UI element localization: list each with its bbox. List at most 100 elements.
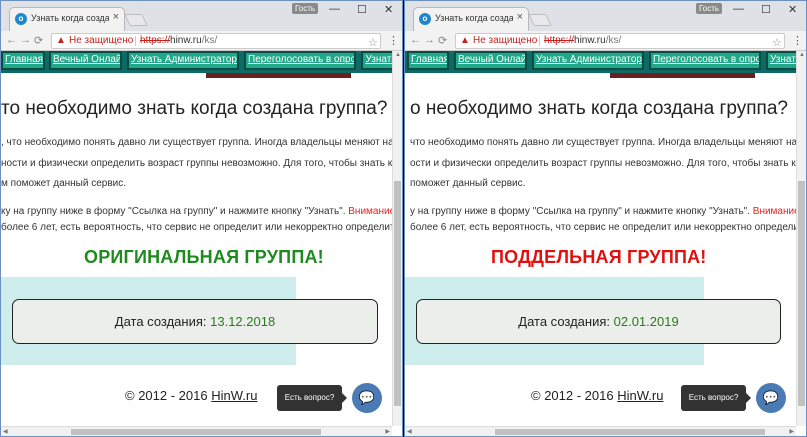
scroll-up-icon[interactable]: ▲ [395, 52, 401, 58]
copyright-text: © 2012 - 2016 [531, 388, 614, 403]
address-divider [539, 36, 540, 46]
page-heading: о необходимо знать когда создана группа? [410, 98, 788, 119]
forward-icon[interactable]: → [20, 34, 31, 46]
intro-line-1: , что необходимо понять давно ли существ… [1, 137, 394, 148]
browser-window-left: o Узнать когда создана гр × Гость — ☐ ✕ … [0, 0, 403, 437]
close-window-icon[interactable]: ✕ [384, 3, 393, 16]
instruction-line-2: более 6 лет, есть вероятность, что серви… [1, 222, 395, 233]
nav-home[interactable]: Главная [407, 51, 449, 70]
url-scheme: https:// [544, 35, 575, 46]
footer-copyright: © 2012 - 2016 HinW.ru [531, 388, 663, 403]
back-icon[interactable]: ← [6, 34, 17, 46]
footer-site-link[interactable]: HinW.ru [617, 388, 663, 403]
url-scheme: https:// [140, 35, 171, 46]
scroll-left-icon[interactable]: ◀ [407, 428, 412, 435]
instruction-text: у на группу ниже в форму "Ссылка на груп… [410, 206, 753, 217]
warning-icon: ▲ [460, 35, 470, 46]
security-status: Не защищено [473, 35, 538, 46]
bookmark-star-icon[interactable]: ☆ [772, 36, 782, 50]
horizontal-scroll-thumb[interactable] [495, 429, 765, 435]
creation-date-label: Дата создания: [518, 314, 610, 329]
site-favicon-icon: o [15, 13, 27, 25]
nav-eternal-online[interactable]: Вечный Онлайн [454, 51, 527, 70]
title-bar: o Узнать когда создана гр × Гость — ☐ ✕ [1, 1, 402, 31]
minimize-icon[interactable]: — [733, 3, 744, 15]
vertical-scrollbar[interactable]: ▲ [796, 51, 806, 426]
site-favicon-icon: o [419, 13, 431, 25]
instruction-line-1: у на группу ниже в форму "Ссылка на груп… [410, 206, 800, 217]
close-tab-icon[interactable]: × [113, 11, 119, 23]
close-tab-icon[interactable]: × [517, 11, 523, 23]
reload-icon[interactable]: ⟳ [438, 34, 447, 47]
security-status: Не защищено [69, 35, 134, 46]
guest-profile-badge[interactable]: Гость [292, 3, 319, 14]
scroll-left-icon[interactable]: ◀ [3, 428, 8, 435]
menu-icon[interactable]: ⋮ [792, 34, 803, 47]
forward-icon[interactable]: → [424, 34, 435, 46]
nav-revote-poll[interactable]: Переголосовать в опросе [244, 51, 356, 70]
ask-question-bubble[interactable]: Есть вопрос? [277, 385, 347, 411]
creation-date-label: Дата создания: [114, 314, 207, 329]
close-window-icon[interactable]: ✕ [788, 3, 797, 16]
scroll-right-icon[interactable]: ▶ [789, 428, 794, 435]
url-text: https://hinw.ru/ks/ [544, 34, 621, 48]
bookmark-star-icon[interactable]: ☆ [368, 36, 378, 50]
new-tab-button[interactable] [124, 14, 148, 26]
url-text: https://hinw.ru/ks/ [140, 34, 217, 48]
scroll-right-icon[interactable]: ▶ [385, 428, 390, 435]
nav-underline-decor [206, 73, 351, 78]
menu-icon[interactable]: ⋮ [388, 34, 399, 47]
browser-tab[interactable]: o Узнать когда создана гр × [413, 7, 529, 31]
vertical-scroll-thumb[interactable] [798, 181, 805, 406]
horizontal-scrollbar[interactable]: ◀ ▶ [1, 426, 392, 436]
address-divider [135, 36, 136, 46]
page-heading: то необходимо знать когда создана группа… [1, 98, 388, 119]
nav-home[interactable]: Главная [1, 51, 45, 70]
creation-date-box: Дата создания: 13.12.2018 [12, 299, 378, 344]
chat-bubble-icon[interactable]: 💬 [352, 383, 382, 413]
maximize-icon[interactable]: ☐ [761, 3, 771, 16]
title-bar: o Узнать когда создана гр × Гость — ☐ ✕ [405, 1, 806, 31]
intro-line-2: ности и физически определить возраст гру… [1, 158, 398, 169]
browser-tab[interactable]: o Узнать когда создана гр × [9, 7, 125, 31]
horizontal-scrollbar[interactable]: ◀ ▶ [405, 426, 796, 436]
reload-icon[interactable]: ⟳ [34, 34, 43, 47]
footer-site-link[interactable]: HinW.ru [211, 388, 257, 403]
horizontal-scroll-thumb[interactable] [71, 429, 321, 435]
creation-date-value: 02.01.2019 [613, 314, 679, 329]
ask-question-bubble[interactable]: Есть вопрос? [681, 385, 751, 411]
page-content: Главная Вечный Онлайн Узнать Администрат… [1, 51, 402, 436]
tab-title: Узнать когда создана гр [435, 13, 513, 23]
attention-label: Внимание [348, 206, 396, 217]
intro-line-3: поможет данный сервис. [410, 178, 526, 189]
verdict-label: ПОДДЕЛЬНАЯ ГРУППА! [491, 247, 707, 267]
intro-line-2: ости и физически определить возраст груп… [410, 158, 802, 169]
chat-bubble-icon[interactable]: 💬 [756, 383, 786, 413]
nav-find-admin[interactable]: Узнать Администратора [127, 51, 239, 70]
address-bar[interactable]: ▲ Не защищено https://hinw.ru/ks/ ☆ [455, 33, 785, 49]
site-navbar: Главная Вечный Онлайн Узнать Администрат… [1, 51, 401, 73]
intro-line-3: м поможет данный сервис. [1, 178, 127, 189]
verdict-label: ОРИГИНАЛЬНАЯ ГРУППА! [84, 247, 324, 267]
maximize-icon[interactable]: ☐ [357, 3, 367, 16]
nav-find-admin[interactable]: Узнать Администратора [532, 51, 644, 70]
guest-profile-badge[interactable]: Гость [696, 3, 723, 14]
url-path: /ks/ [201, 35, 218, 46]
new-tab-button[interactable] [528, 14, 552, 26]
attention-label: Внимание [752, 206, 800, 217]
browser-window-right: o Узнать когда создана гр × Гость — ☐ ✕ … [404, 0, 807, 437]
instruction-line-1: ку на группу ниже в форму "Ссылка на гру… [1, 206, 395, 217]
minimize-icon[interactable]: — [329, 3, 340, 15]
vertical-scrollbar[interactable]: ▲ [392, 51, 402, 426]
footer-copyright: © 2012 - 2016 HinW.ru [125, 388, 257, 403]
tab-title: Узнать когда создана гр [31, 13, 109, 23]
vertical-scroll-thumb[interactable] [394, 181, 401, 406]
warning-icon: ▲ [56, 35, 66, 46]
nav-revote-poll[interactable]: Переголосовать в опросе [649, 51, 761, 70]
address-bar[interactable]: ▲ Не защищено https://hinw.ru/ks/ ☆ [51, 33, 381, 49]
copyright-text: © 2012 - 2016 [125, 388, 208, 403]
browser-toolbar: ← → ⟳ ▲ Не защищено https://hinw.ru/ks/ … [405, 31, 806, 51]
scroll-up-icon[interactable]: ▲ [799, 52, 805, 58]
nav-eternal-online[interactable]: Вечный Онлайн [49, 51, 122, 70]
back-icon[interactable]: ← [410, 34, 421, 46]
